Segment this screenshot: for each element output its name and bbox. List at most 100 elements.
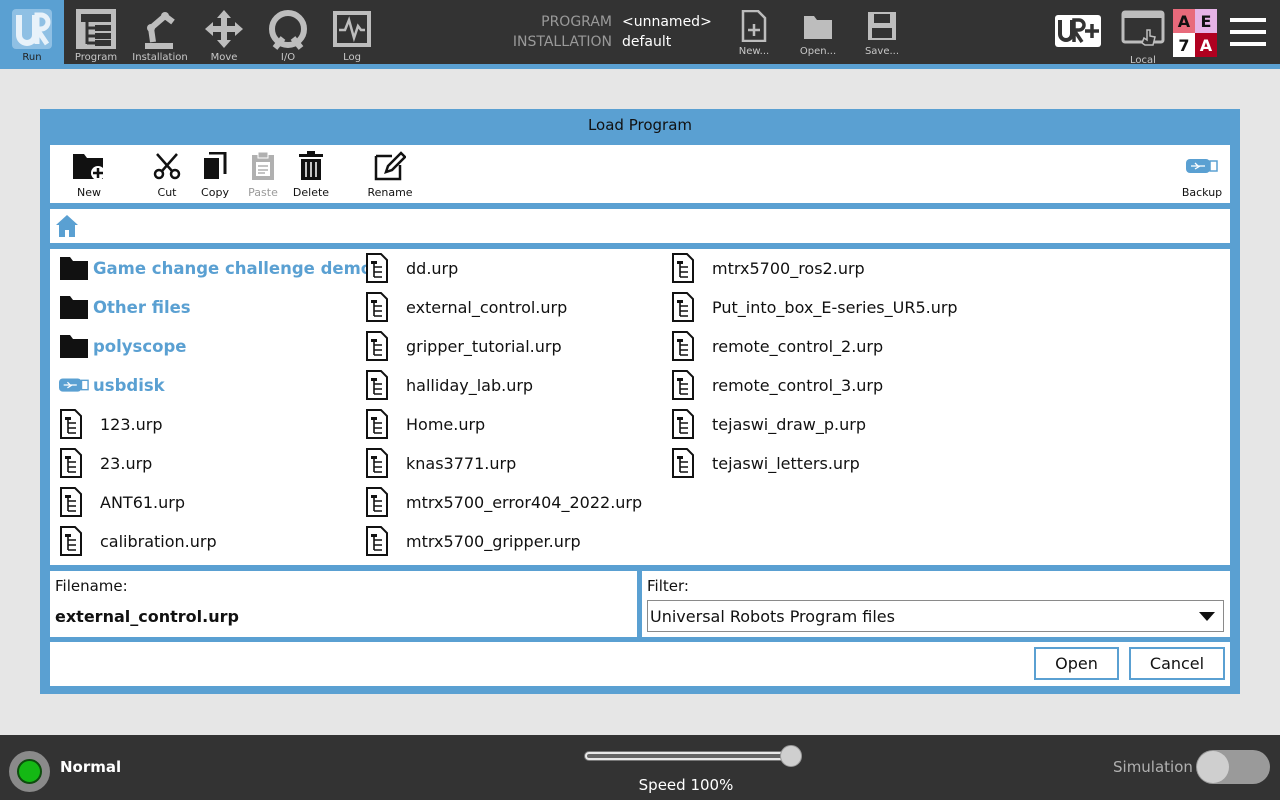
- file-item[interactable]: 123.urp: [60, 407, 163, 441]
- file-item[interactable]: remote_control_3.urp: [672, 368, 883, 402]
- delete-label: Delete: [292, 186, 330, 199]
- file-name: tejaswi_draw_p.urp: [712, 414, 866, 434]
- file-item[interactable]: remote_control_2.urp: [672, 329, 883, 363]
- folder-item[interactable]: Other files: [59, 290, 191, 324]
- file-item[interactable]: tejaswi_draw_p.urp: [672, 407, 866, 441]
- program-file-icon: [60, 487, 90, 517]
- file-item[interactable]: gripper_tutorial.urp: [366, 329, 562, 363]
- ae7a-badge[interactable]: A E 7 A: [1173, 9, 1217, 57]
- file-item[interactable]: Put_into_box_E-series_UR5.urp: [672, 290, 958, 324]
- installation-key: INSTALLATION: [512, 34, 612, 50]
- filename-label: Filename:: [55, 577, 128, 595]
- rename-button[interactable]: Rename: [360, 151, 420, 201]
- program-value: <unnamed>: [622, 14, 712, 30]
- nav-label: Program: [74, 52, 118, 63]
- log-icon: [330, 7, 374, 51]
- folder-icon: [59, 292, 89, 322]
- new-file-label: New...: [738, 46, 770, 57]
- program-file-icon: [672, 409, 702, 439]
- ae7a-a: A: [1173, 9, 1195, 33]
- trash-icon: [293, 151, 329, 181]
- ae7a-e: E: [1195, 9, 1217, 33]
- folder-open-icon: [798, 8, 838, 44]
- usb-drive-item[interactable]: usbdisk: [59, 368, 165, 402]
- path-bar: [50, 209, 1230, 243]
- backup-label: Backup: [1181, 186, 1223, 199]
- file-name: external_control.urp: [406, 297, 568, 317]
- file-name: mtrx5700_ros2.urp: [712, 258, 865, 278]
- local-control-button[interactable]: Local: [1116, 0, 1170, 66]
- save-file-button[interactable]: Save...: [852, 0, 912, 64]
- folder-name: polyscope: [93, 336, 187, 356]
- nav-move[interactable]: Move: [192, 0, 256, 64]
- folder-item[interactable]: polyscope: [59, 329, 187, 363]
- new-label: New: [77, 186, 101, 199]
- status-light-icon[interactable]: [9, 751, 50, 792]
- backup-button[interactable]: Backup: [1172, 151, 1232, 201]
- file-list: Game change challenge demo Other files p…: [50, 249, 1230, 565]
- program-file-icon: [366, 448, 396, 478]
- delete-button[interactable]: Delete: [281, 151, 341, 201]
- home-icon[interactable]: [55, 214, 79, 238]
- speed-slider-handle[interactable]: [780, 745, 802, 767]
- io-icon: [266, 7, 310, 51]
- file-item[interactable]: calibration.urp: [60, 524, 217, 558]
- nav-label: Log: [343, 52, 361, 63]
- nav-io[interactable]: I/O: [256, 0, 320, 64]
- simulation-toggle[interactable]: [1196, 750, 1270, 784]
- file-item[interactable]: mtrx5700_gripper.urp: [366, 524, 581, 558]
- file-name: Home.urp: [406, 414, 486, 434]
- ae7a-7: 7: [1173, 33, 1195, 57]
- new-folder-button[interactable]: New: [59, 151, 119, 201]
- folder-name: Game change challenge demo: [93, 258, 373, 278]
- paste-label: Paste: [248, 186, 278, 199]
- file-item[interactable]: mtrx5700_error404_2022.urp: [366, 485, 642, 519]
- file-item[interactable]: halliday_lab.urp: [366, 368, 533, 402]
- nav-log[interactable]: Log: [320, 0, 384, 64]
- filename-field[interactable]: external_control.urp: [55, 607, 239, 626]
- robot-status: Normal: [60, 758, 122, 776]
- nav-program[interactable]: Program: [64, 0, 128, 64]
- open-button[interactable]: Open: [1034, 647, 1119, 680]
- filter-dropdown[interactable]: Universal Robots Program files: [647, 600, 1224, 632]
- file-name: mtrx5700_gripper.urp: [406, 531, 581, 551]
- program-icon: [74, 7, 118, 51]
- cut-label: Cut: [157, 186, 177, 199]
- file-item[interactable]: Home.urp: [366, 407, 485, 441]
- nav-run[interactable]: Run: [0, 0, 64, 64]
- program-file-icon: [366, 292, 396, 322]
- urplus-icon[interactable]: [1054, 14, 1102, 48]
- file-item[interactable]: external_control.urp: [366, 290, 567, 324]
- new-file-button[interactable]: New...: [724, 0, 784, 64]
- file-item[interactable]: mtrx5700_ros2.urp: [672, 251, 865, 285]
- file-item[interactable]: ANT61.urp: [60, 485, 185, 519]
- file-name: knas3771.urp: [406, 453, 517, 473]
- file-name: Put_into_box_E-series_UR5.urp: [712, 297, 958, 317]
- hamburger-menu-icon[interactable]: [1226, 14, 1270, 50]
- program-file-icon: [672, 331, 702, 361]
- folder-item[interactable]: Game change challenge demo: [59, 251, 372, 285]
- program-file-icon: [60, 526, 90, 556]
- file-item[interactable]: knas3771.urp: [366, 446, 516, 480]
- speed-slider[interactable]: [584, 745, 802, 767]
- nav-installation[interactable]: Installation: [128, 0, 192, 64]
- cancel-button[interactable]: Cancel: [1129, 647, 1225, 680]
- program-file-icon: [366, 409, 396, 439]
- top-bar: Run Program Installation Move I/O Log PR…: [0, 0, 1280, 66]
- nav-label: I/O: [280, 52, 296, 63]
- file-item[interactable]: tejaswi_letters.urp: [672, 446, 860, 480]
- program-file-icon: [366, 370, 396, 400]
- file-name: mtrx5700_error404_2022.urp: [406, 492, 643, 512]
- folder-icon: [59, 253, 89, 283]
- paste-clipboard-icon: [245, 151, 281, 181]
- program-file-icon: [366, 526, 396, 556]
- filename-panel: Filename: external_control.urp: [50, 571, 637, 637]
- folder-name: usbdisk: [93, 375, 165, 395]
- save-file-label: Save...: [864, 46, 900, 57]
- filter-selected-value: Universal Robots Program files: [650, 607, 895, 626]
- nav-label: Run: [22, 52, 42, 63]
- file-item[interactable]: 23.urp: [60, 446, 152, 480]
- open-file-button[interactable]: Open...: [788, 0, 848, 64]
- file-item[interactable]: dd.urp: [366, 251, 458, 285]
- usb-backup-icon: [1184, 151, 1220, 181]
